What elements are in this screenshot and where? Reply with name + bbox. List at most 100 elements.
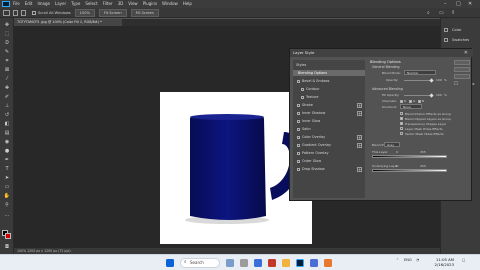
opacity-slider-knob[interactable]: [429, 78, 434, 83]
zoom-in-icon[interactable]: [21, 9, 26, 16]
share-icon[interactable]: ⇪: [451, 10, 455, 16]
style-checkbox[interactable]: [297, 127, 300, 131]
style-item-inner-glow[interactable]: Inner Glow: [293, 118, 365, 124]
workspace-icon[interactable]: ▭: [439, 10, 444, 16]
style-checkbox[interactable]: [301, 87, 304, 91]
app-icon-red[interactable]: [268, 259, 276, 267]
clock[interactable]: 11:05 AM 2/16/2023: [428, 257, 454, 267]
style-item-drop-shadow[interactable]: Drop Shadow +: [293, 166, 365, 172]
shape-tool-icon[interactable]: ▭: [3, 184, 11, 190]
fill-screen-button[interactable]: Fill Screen: [130, 8, 159, 17]
task-view-icon[interactable]: [226, 259, 234, 267]
style-item-color-overlay[interactable]: Color Overlay +: [293, 134, 365, 140]
tool-preset-icon[interactable]: [13, 9, 18, 16]
style-checkbox[interactable]: [297, 143, 300, 147]
menu-view[interactable]: View: [128, 0, 138, 8]
style-item-stroke[interactable]: Stroke +: [293, 102, 365, 108]
style-checkbox[interactable]: [297, 167, 300, 171]
menu-window[interactable]: Window: [162, 0, 178, 8]
frame-tool-icon[interactable]: ⊠: [3, 67, 11, 73]
zoom-tool-icon[interactable]: [3, 9, 10, 16]
healing-tool-icon[interactable]: ✚: [3, 85, 11, 91]
add-style-icon[interactable]: +: [357, 166, 362, 172]
underlying-low-value[interactable]: 0: [396, 164, 398, 168]
add-style-icon[interactable]: +: [357, 134, 362, 140]
style-item-blending-options[interactable]: Blending Options: [293, 70, 365, 76]
this-layer-low-value[interactable]: 0: [396, 150, 398, 154]
panel-color[interactable]: Color: [444, 28, 461, 32]
transparency-shapes-checkbox[interactable]: [400, 122, 403, 125]
knockout-select[interactable]: None: [400, 104, 422, 109]
photoshop-taskbar-icon[interactable]: [296, 259, 304, 267]
app-icon-orange[interactable]: [324, 259, 332, 267]
language-indicator[interactable]: ENG: [404, 258, 412, 262]
dodge-tool-icon[interactable]: ●: [3, 148, 11, 154]
chat-icon[interactable]: [240, 259, 248, 267]
style-item-contour[interactable]: Contour: [293, 86, 365, 92]
windows-start-icon[interactable]: [166, 259, 174, 267]
history-brush-tool-icon[interactable]: ↺: [3, 112, 11, 118]
notifications-icon[interactable]: ▢: [462, 258, 465, 262]
opacity-value[interactable]: 100: [436, 78, 442, 82]
underlying-gradient-slider[interactable]: [372, 169, 447, 172]
style-item-gradient-overlay[interactable]: Gradient Overlay +: [293, 142, 365, 148]
eyedropper-tool-icon[interactable]: ⁄: [3, 76, 11, 82]
blend-interior-checkbox[interactable]: [400, 112, 403, 115]
path-select-tool-icon[interactable]: ➤: [3, 175, 11, 181]
fill-opacity-value[interactable]: 100: [436, 93, 442, 97]
channel-b-checkbox[interactable]: [418, 99, 421, 103]
style-item-outer-glow[interactable]: Outer Glow: [293, 158, 365, 164]
vector-mask-hides-checkbox[interactable]: [400, 132, 403, 135]
style-item-inner-shadow[interactable]: Inner Shadow +: [293, 110, 365, 116]
dialog-title[interactable]: Layer Style: [290, 49, 473, 57]
quick-mask-icon[interactable]: ◘: [3, 244, 11, 250]
blend-if-select[interactable]: Gray: [384, 142, 400, 147]
add-style-icon[interactable]: +: [357, 142, 362, 148]
preview-checkbox[interactable]: [454, 81, 458, 85]
menu-file[interactable]: File: [13, 0, 20, 8]
style-checkbox[interactable]: [297, 79, 300, 83]
edge-browser-icon[interactable]: [254, 259, 262, 267]
style-item-texture[interactable]: Texture: [293, 94, 365, 100]
this-layer-high-value[interactable]: 255: [420, 150, 426, 154]
add-style-icon[interactable]: +: [357, 110, 362, 116]
style-checkbox[interactable]: [301, 95, 304, 99]
quick-select-tool-icon[interactable]: ✎: [3, 49, 11, 55]
tray-chevron-icon[interactable]: ⌃: [396, 258, 399, 262]
opacity-slider[interactable]: [404, 80, 432, 81]
background-color-swatch[interactable]: [5, 233, 11, 239]
app-icon-blue[interactable]: [310, 259, 318, 267]
pen-tool-icon[interactable]: ✒: [3, 157, 11, 163]
add-style-icon[interactable]: +: [357, 102, 362, 108]
layer-mask-hides-checkbox[interactable]: [400, 127, 403, 130]
style-checkbox[interactable]: [297, 151, 300, 155]
zoom-100-button[interactable]: 100%: [74, 8, 95, 17]
style-item-bevel-emboss[interactable]: Bevel & Emboss: [293, 78, 365, 84]
menu-image[interactable]: Image: [37, 0, 50, 8]
panel-swatches[interactable]: Swatches: [444, 38, 469, 42]
style-item-satin[interactable]: Satin: [293, 126, 365, 132]
brush-tool-icon[interactable]: ✐: [3, 94, 11, 100]
styles-header[interactable]: Styles: [293, 62, 365, 68]
crop-tool-icon[interactable]: ⌗: [3, 58, 11, 64]
blend-mode-select[interactable]: Normal: [404, 70, 436, 75]
cancel-button[interactable]: [454, 67, 470, 72]
more-tools-icon[interactable]: ⋯: [3, 213, 11, 219]
menu-type[interactable]: Type: [71, 0, 80, 8]
stamp-tool-icon[interactable]: ⊥: [3, 103, 11, 109]
style-checkbox[interactable]: [297, 119, 300, 123]
menu-plugins[interactable]: Plugins: [143, 0, 157, 8]
fit-screen-button[interactable]: Fit Screen: [98, 8, 127, 17]
close-window-icon[interactable]: ✕: [468, 0, 472, 8]
eraser-tool-icon[interactable]: ◧: [3, 121, 11, 127]
style-checkbox[interactable]: [297, 111, 300, 115]
style-checkbox[interactable]: [297, 159, 300, 163]
channel-g-checkbox[interactable]: [409, 99, 412, 103]
style-checkbox[interactable]: [297, 135, 300, 139]
type-tool-icon[interactable]: T: [3, 166, 11, 172]
maximize-icon[interactable]: □: [456, 0, 461, 8]
style-checkbox[interactable]: [297, 103, 300, 107]
menu-help[interactable]: Help: [183, 0, 192, 8]
lasso-tool-icon[interactable]: ᘐ: [3, 40, 11, 46]
minimize-icon[interactable]: –: [444, 0, 447, 8]
